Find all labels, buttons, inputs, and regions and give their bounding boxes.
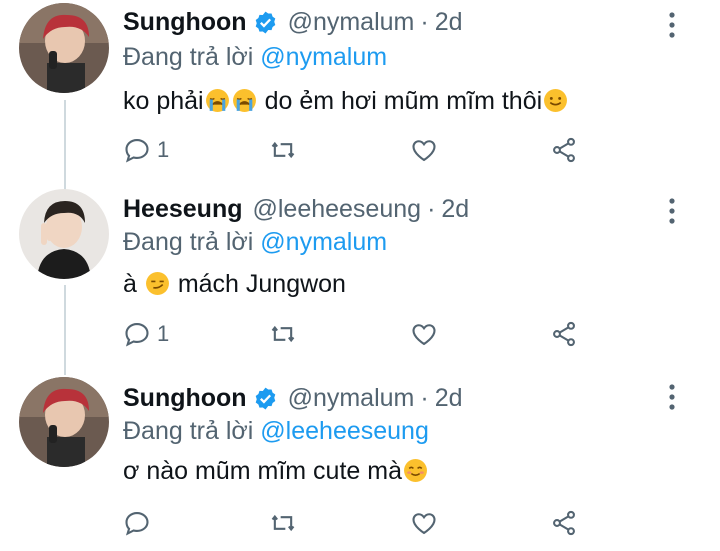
display-name[interactable]: Sunghoon [123,8,247,36]
timestamp[interactable]: 2d [435,384,463,412]
crying-face-emoji [232,89,256,112]
crying-face-emoji [205,89,229,112]
reply-button[interactable]: 1 [123,133,169,167]
like-button[interactable] [410,506,438,540]
retweet-button[interactable] [269,506,297,540]
retweet-button[interactable] [269,133,297,167]
avatar-image [19,3,109,93]
smiling-face-emoji [544,89,568,112]
share-button[interactable] [550,133,578,167]
verified-badge-icon [255,11,275,33]
handle[interactable]: @nymalum [288,8,415,36]
reply-count: 1 [157,321,170,346]
timestamp[interactable]: 2d [435,8,463,36]
tweet[interactable]: Heeseung @leeheeseung · 2d Đang trả lời … [0,183,720,366]
avatar[interactable] [19,3,109,93]
share-icon [553,321,575,347]
handle[interactable]: @leeheeseung [252,195,421,223]
action-bar [123,506,603,540]
tweet-text-part: mách Jungwon [177,270,346,298]
separator-dot: · [420,8,429,36]
tweet[interactable]: Sunghoon @nymalum · 2d Đang trả lời @nym… [0,0,720,183]
like-button[interactable] [410,317,438,351]
retweet-icon [271,141,295,159]
share-icon [553,137,575,163]
share-icon [553,510,575,536]
like-button[interactable] [410,133,438,167]
avatar[interactable] [19,189,109,279]
tweet-header: Sunghoon @nymalum · 2d [123,8,463,36]
reply-context: Đang trả lời @nymalum [123,228,387,256]
verified-badge-icon [255,387,275,409]
timestamp[interactable]: 2d [441,195,469,223]
reply-prefix: Đang trả lời [123,228,254,256]
smiling-face-blush-emoji [404,459,427,482]
tweet-text-part: ko phải [123,87,204,115]
tweet-text-part: do ẻm hơi mũm mĩm thôi [264,87,543,115]
reply-button[interactable]: 1 [123,317,169,351]
handle[interactable]: @nymalum [288,384,415,412]
reply-icon [125,323,149,347]
tweet-text-part: à [123,270,137,298]
reply-prefix: Đang trả lời [123,417,254,445]
share-button[interactable] [550,506,578,540]
action-bar: 1 [123,317,603,351]
reply-mention[interactable]: @nymalum [260,43,387,71]
like-icon [412,513,436,535]
separator-dot: · [420,384,429,412]
like-icon [412,140,436,162]
retweet-icon [271,325,295,343]
smirking-face-emoji [145,272,169,295]
reply-mention[interactable]: @leeheeseung [260,417,429,445]
tweet-header: Sunghoon @nymalum · 2d [123,384,463,412]
tweet-text: ơ nào mũm mĩm cute mà [123,456,429,486]
reply-context: Đang trả lời @nymalum [123,43,387,71]
retweet-icon [271,514,295,532]
reply-button[interactable] [123,506,157,540]
avatar-image [19,377,109,467]
display-name[interactable]: Sunghoon [123,384,247,412]
separator-dot: · [427,195,436,223]
more-icon[interactable] [662,382,682,412]
tweet[interactable]: Sunghoon @nymalum · 2d Đang trả lời @lee… [0,366,720,551]
retweet-button[interactable] [269,317,297,351]
tweet-text-part: ơ nào mũm mĩm cute mà [123,457,402,485]
reply-count: 1 [157,137,170,162]
display-name[interactable]: Heeseung [123,195,242,223]
tweet-text: à mách Jungwon [123,269,346,299]
more-icon[interactable] [662,10,682,40]
avatar[interactable] [19,377,109,467]
action-bar: 1 [123,133,603,167]
tweet-header: Heeseung @leeheeseung · 2d [123,195,469,223]
reply-mention[interactable]: @nymalum [260,228,387,256]
share-button[interactable] [550,317,578,351]
reply-icon [125,512,149,536]
tweet-text: ko phải do ẻm hơi mũm mĩm thôi [123,86,569,116]
reply-icon [125,139,149,163]
like-icon [412,324,436,346]
avatar-image [19,189,109,279]
more-icon[interactable] [662,196,682,226]
reply-context: Đang trả lời @leeheeseung [123,417,429,445]
reply-prefix: Đang trả lời [123,43,254,71]
